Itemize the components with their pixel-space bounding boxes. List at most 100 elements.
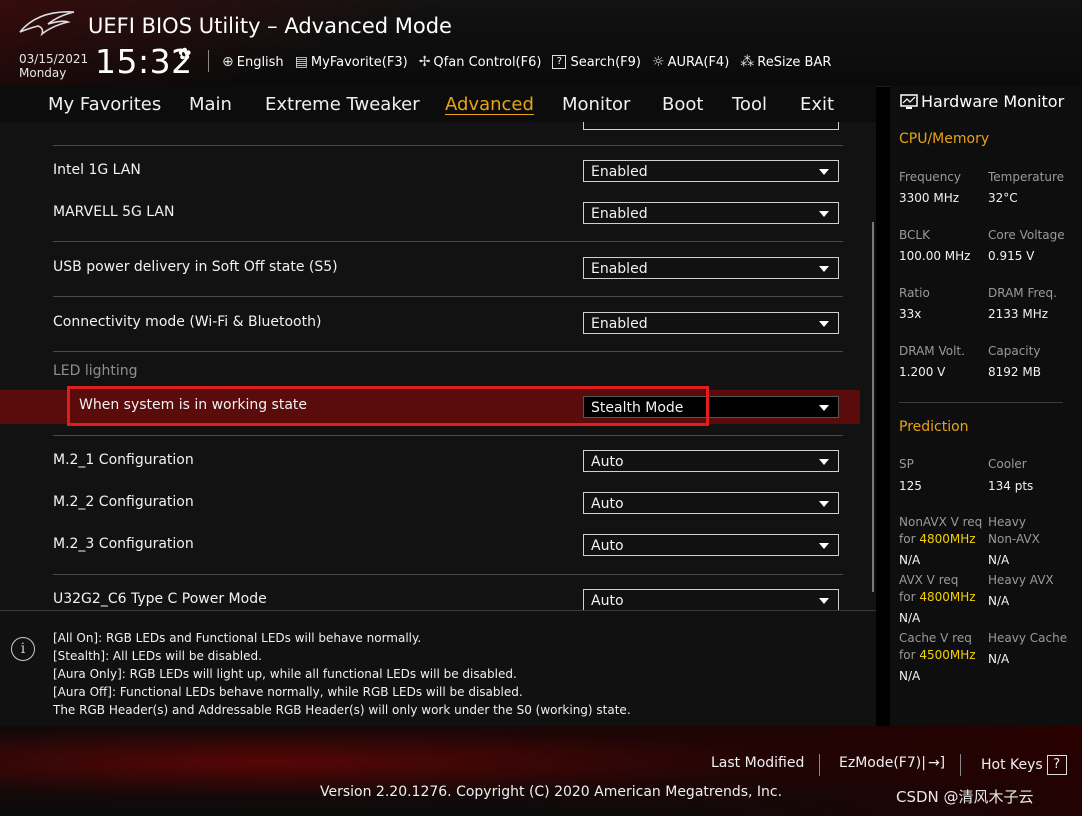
gear-icon[interactable]: ✿ bbox=[178, 44, 191, 63]
frequency-value: 3300 MHz bbox=[899, 191, 960, 205]
tab-main[interactable]: Main bbox=[189, 94, 232, 115]
nonavx-label: NonAVX V req bbox=[899, 515, 983, 529]
info-icon: i bbox=[11, 637, 35, 661]
chevron-down-icon bbox=[819, 598, 829, 604]
myfavorite-label: MyFavorite(F3) bbox=[310, 54, 408, 70]
frequency-label: Frequency bbox=[899, 170, 961, 184]
tab-extreme-tweaker[interactable]: Extreme Tweaker bbox=[265, 94, 420, 115]
capacity-label: Capacity bbox=[988, 344, 1041, 358]
ezmode-label: EzMode(F7)| bbox=[839, 755, 926, 771]
help-line: [All On]: RGB LEDs and Functional LEDs w… bbox=[53, 631, 422, 645]
rog-logo-icon bbox=[19, 11, 75, 37]
ratio-label: Ratio bbox=[899, 286, 930, 300]
for-label: for bbox=[899, 648, 916, 662]
aura-button[interactable]: ☼ AURA(F4) bbox=[652, 54, 729, 70]
divider bbox=[899, 402, 1063, 403]
divider bbox=[960, 754, 961, 776]
cache-freq-value: 4500MHz bbox=[919, 648, 976, 662]
heavy-label: Heavy bbox=[988, 515, 1026, 529]
for-label: for bbox=[899, 532, 916, 546]
resize-bar-icon: ⁂ bbox=[740, 54, 755, 70]
chevron-down-icon bbox=[819, 459, 829, 465]
divider bbox=[53, 241, 843, 242]
hardware-monitor-title: Hardware Monitor bbox=[900, 92, 1064, 111]
myfavorite-button[interactable]: ▤ MyFavorite(F3) bbox=[295, 54, 408, 70]
connectivity-value: Enabled bbox=[591, 316, 648, 332]
qfan-label: Qfan Control(F6) bbox=[433, 54, 542, 70]
hot-keys-button[interactable]: Hot Keys ? bbox=[981, 755, 1067, 775]
core-voltage-value: 0.915 V bbox=[988, 249, 1035, 263]
favorite-icon: ▤ bbox=[294, 54, 308, 70]
hot-keys-label: Hot Keys bbox=[981, 757, 1043, 773]
watermark-text: CSDN @清风木子云 bbox=[896, 788, 1034, 806]
cache-label: Cache V req bbox=[899, 631, 972, 645]
divider bbox=[53, 145, 843, 146]
sp-value: 125 bbox=[899, 479, 922, 493]
heavy-avx-label: Heavy AVX bbox=[988, 573, 1054, 587]
scrollbar[interactable] bbox=[872, 222, 874, 592]
m2-1-value: Auto bbox=[591, 454, 624, 470]
resize-bar-button[interactable]: ⁂ ReSize BAR bbox=[740, 54, 831, 70]
day-text: Monday bbox=[19, 66, 67, 80]
m2-2-label: M.2_2 Configuration bbox=[53, 494, 194, 510]
help-line: [Stealth]: All LEDs will be disabled. bbox=[53, 649, 262, 663]
avx-freq: for 4800MHz bbox=[899, 590, 976, 604]
cooler-value: 134 pts bbox=[988, 479, 1034, 493]
m2-3-label: M.2_3 Configuration bbox=[53, 536, 194, 552]
qfan-control-button[interactable]: ✢ Qfan Control(F6) bbox=[419, 54, 542, 70]
divider bbox=[53, 435, 843, 436]
tab-exit[interactable]: Exit bbox=[800, 94, 834, 115]
cooler-label: Cooler bbox=[988, 457, 1027, 471]
divider bbox=[208, 50, 209, 72]
language-button[interactable]: ⊕ English bbox=[222, 54, 284, 70]
tab-monitor[interactable]: Monitor bbox=[562, 94, 630, 115]
help-text: [All On]: RGB LEDs and Functional LEDs w… bbox=[53, 629, 631, 719]
last-modified-button[interactable]: Last Modified bbox=[711, 755, 804, 771]
connectivity-dropdown[interactable]: Enabled bbox=[583, 312, 839, 334]
setting-dropdown-partial[interactable] bbox=[583, 122, 839, 130]
help-line: [Aura Only]: RGB LEDs will light up, whi… bbox=[53, 667, 517, 681]
intel-lan-dropdown[interactable]: Enabled bbox=[583, 160, 839, 182]
marvell-lan-value: Enabled bbox=[591, 206, 648, 222]
u32g2-dropdown[interactable]: Auto bbox=[583, 589, 839, 610]
sp-label: SP bbox=[899, 457, 914, 471]
ezmode-button[interactable]: EzMode(F7)| →] bbox=[839, 755, 945, 771]
m2-2-value: Auto bbox=[591, 496, 624, 512]
heavy-cache-label: Heavy Cache bbox=[988, 631, 1068, 645]
m2-2-dropdown[interactable]: Auto bbox=[583, 492, 839, 514]
divider bbox=[53, 574, 843, 575]
dram-freq-label: DRAM Freq. bbox=[988, 286, 1057, 300]
led-lighting-section: LED lighting bbox=[53, 363, 138, 379]
m2-3-dropdown[interactable]: Auto bbox=[583, 534, 839, 556]
bclk-label: BCLK bbox=[899, 228, 930, 242]
nonavx-freq-value: 4800MHz bbox=[919, 532, 976, 546]
m2-1-label: M.2_1 Configuration bbox=[53, 452, 194, 468]
marvell-lan-dropdown[interactable]: Enabled bbox=[583, 202, 839, 224]
tab-advanced[interactable]: Advanced bbox=[445, 94, 534, 115]
cache-freq: for 4500MHz bbox=[899, 648, 976, 662]
cache-value: N/A bbox=[899, 669, 921, 683]
heavy-nonavx-value: N/A bbox=[988, 553, 1010, 567]
help-line: [Aura Off]: Functional LEDs behave norma… bbox=[53, 685, 523, 699]
avx-label: AVX V req bbox=[899, 573, 959, 587]
nonavx-value: N/A bbox=[899, 553, 921, 567]
tab-my-favorites[interactable]: My Favorites bbox=[48, 94, 161, 115]
avx-value: N/A bbox=[899, 611, 921, 625]
divider bbox=[53, 351, 843, 352]
tab-boot[interactable]: Boot bbox=[662, 94, 703, 115]
temperature-label: Temperature bbox=[988, 170, 1065, 184]
chevron-down-icon bbox=[819, 169, 829, 175]
footer: Last Modified EzMode(F7)| →] Hot Keys ? … bbox=[0, 726, 1082, 816]
usb-power-dropdown[interactable]: Enabled bbox=[583, 257, 839, 279]
temperature-value: 32°C bbox=[988, 191, 1018, 205]
search-button[interactable]: ? Search(F9) bbox=[552, 55, 641, 70]
m2-1-dropdown[interactable]: Auto bbox=[583, 450, 839, 472]
core-voltage-label: Core Voltage bbox=[988, 228, 1065, 242]
for-label: for bbox=[899, 590, 916, 604]
chevron-down-icon bbox=[819, 266, 829, 272]
aura-icon: ☼ bbox=[652, 54, 665, 70]
chevron-down-icon bbox=[819, 543, 829, 549]
tab-tool[interactable]: Tool bbox=[732, 94, 767, 115]
chevron-down-icon bbox=[819, 405, 829, 411]
intel-lan-value: Enabled bbox=[591, 164, 648, 180]
